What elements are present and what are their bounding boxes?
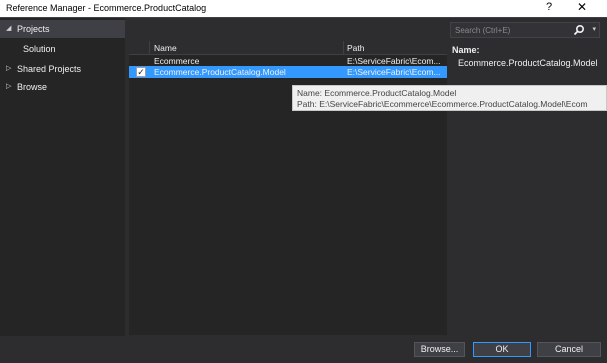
expand-arrow-icon[interactable]: ◢ (6, 24, 11, 32)
close-button[interactable]: ✕ (571, 0, 593, 16)
grid-header: Name Path (129, 41, 447, 55)
column-separator[interactable] (343, 41, 344, 55)
nav-item-browse[interactable]: ▷ Browse (0, 78, 125, 96)
nav-item-shared-projects[interactable]: ▷ Shared Projects (0, 60, 125, 78)
table-row[interactable]: ✓ Ecommerce.ProductCatalog.Model E:\Serv… (129, 66, 447, 78)
title-bar: Reference Manager - Ecommerce.ProductCat… (0, 0, 607, 17)
row-path: E:\ServiceFabric\Ecom... (347, 56, 441, 66)
tooltip-name: Name: Ecommerce.ProductCatalog.Model (297, 88, 457, 98)
search-icon[interactable] (573, 24, 585, 36)
help-button[interactable]: ? (540, 1, 558, 16)
tooltip: Name: Ecommerce.ProductCatalog.Model Pat… (292, 85, 607, 111)
details-name-label: Name: (452, 45, 480, 55)
nav-item-projects[interactable]: ◢ Projects (0, 20, 125, 38)
browse-button[interactable]: Browse... (414, 342, 465, 357)
row-name: Ecommerce.ProductCatalog.Model (154, 67, 286, 77)
nav-item-label: Browse (17, 82, 48, 92)
window-title: Reference Manager - Ecommerce.ProductCat… (6, 3, 207, 13)
nav-item-label: Projects (17, 24, 50, 34)
collapse-arrow-icon[interactable]: ▷ (6, 64, 11, 72)
checkbox[interactable]: ✓ (136, 67, 146, 77)
tooltip-path: Path: E:\ServiceFabric\Ecommerce\Ecommer… (297, 99, 588, 109)
nav-item-label: Solution (23, 44, 56, 54)
search-placeholder: Search (Ctrl+E) (455, 26, 511, 35)
column-separator (149, 41, 150, 55)
nav-panel: ◢ Projects Solution ▷ Shared Projects ▷ … (0, 18, 125, 336)
row-name: Ecommerce (154, 56, 200, 66)
nav-item-label: Shared Projects (17, 64, 82, 74)
details-name-value: Ecommerce.ProductCatalog.Model (458, 58, 598, 68)
ok-button[interactable]: OK (473, 342, 531, 357)
column-header-name[interactable]: Name (154, 43, 177, 53)
search-input[interactable]: Search (Ctrl+E) ▾ (450, 22, 600, 38)
column-header-path[interactable]: Path (347, 43, 365, 53)
cancel-button[interactable]: Cancel (537, 342, 601, 357)
row-path: E:\ServiceFabric\Ecom... (347, 67, 441, 77)
nav-item-solution[interactable]: Solution (0, 40, 125, 58)
collapse-arrow-icon[interactable]: ▷ (6, 82, 11, 90)
details-pane: Name: Ecommerce.ProductCatalog.Model (452, 45, 602, 69)
search-options-dropdown-icon[interactable]: ▾ (592, 25, 596, 33)
